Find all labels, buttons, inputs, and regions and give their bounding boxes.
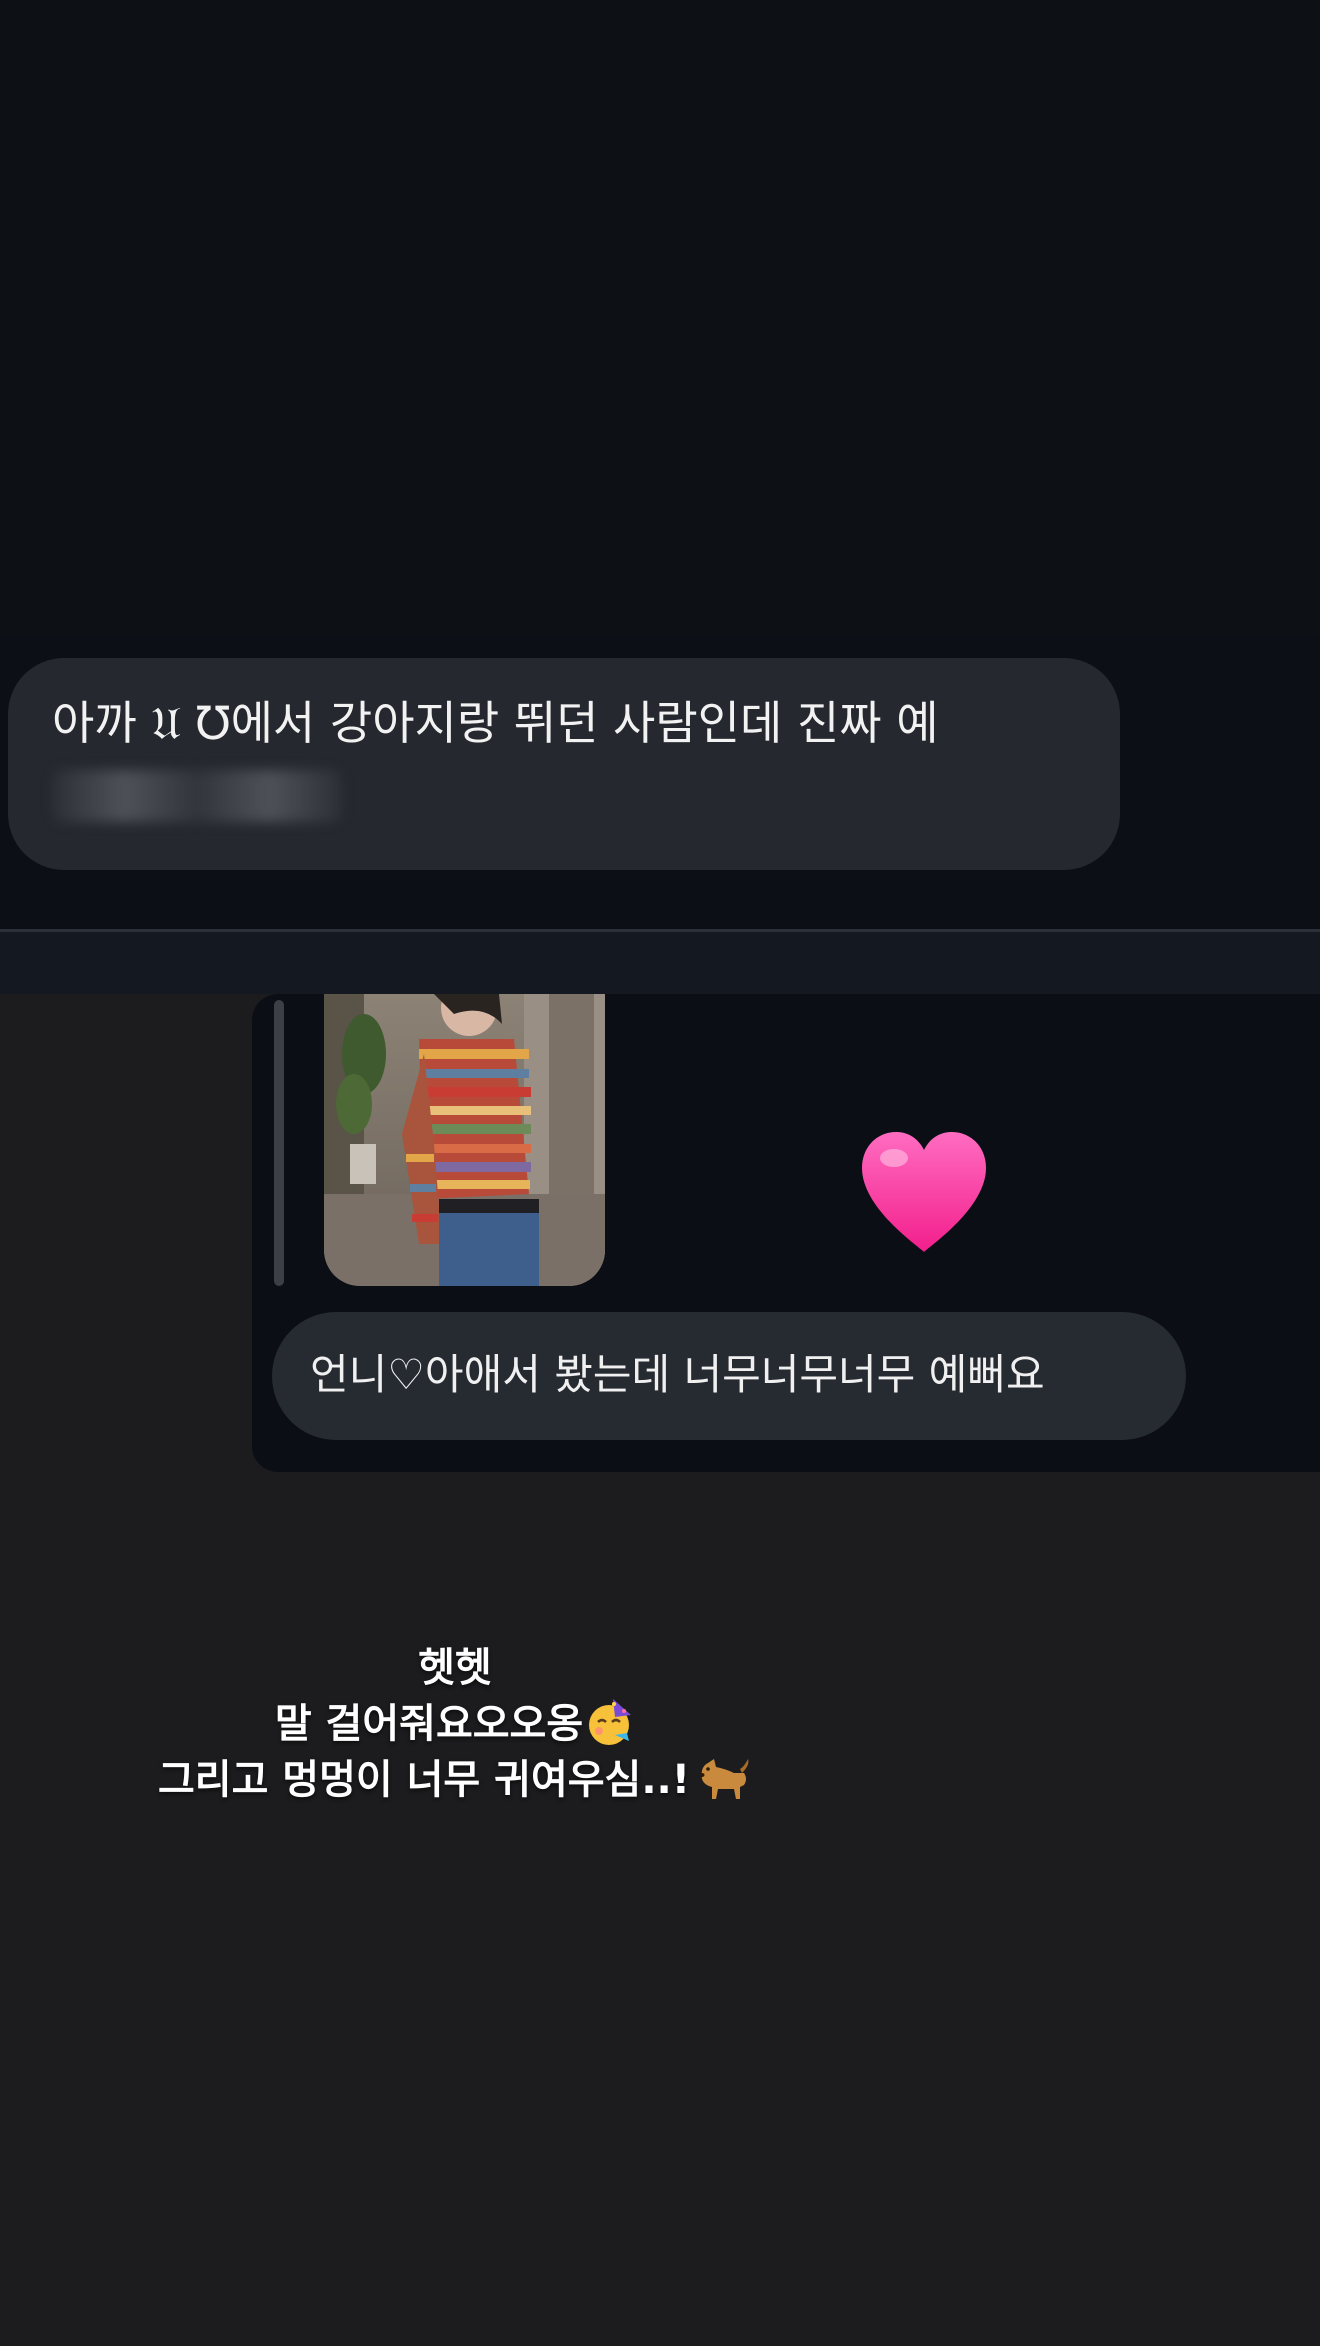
blurred-text (52, 770, 342, 822)
caption-line-3-text: 그리고 멍멍이 너무 귀여우심..! (157, 1757, 690, 1803)
heart-icon (862, 1132, 986, 1252)
caption-line-1: 헷헷 (418, 1645, 492, 1691)
message-text: 아까 𝔘 ℧에서 강아지랑 뛰던 사람인데 진짜 예 (52, 696, 939, 750)
reply-indicator-bar (274, 1000, 284, 1286)
shared-photo[interactable] (324, 994, 605, 1286)
caption-line-2: 말 걸어줘요오오옹 (100, 1696, 810, 1752)
message-bubble[interactable] (8, 658, 1120, 870)
partying-face-icon (589, 1699, 632, 1745)
reply-message-text: 언니♡아애서 봤는데 너무너무너무 예뻐요 (310, 1350, 1045, 1399)
dog-icon (699, 1759, 749, 1799)
caption-line-3: 그리고 멍멍이 너무 귀여우심..! (100, 1752, 810, 1808)
story-caption: 헷헷 말 걸어줘요오오옹 그리고 멍멍이 너무 귀여우심..! (100, 1640, 810, 1808)
screenshot-band (0, 932, 1320, 994)
caption-line-2-text: 말 걸어줘요오오옹 (274, 1701, 584, 1747)
story-background-top (0, 0, 1320, 636)
